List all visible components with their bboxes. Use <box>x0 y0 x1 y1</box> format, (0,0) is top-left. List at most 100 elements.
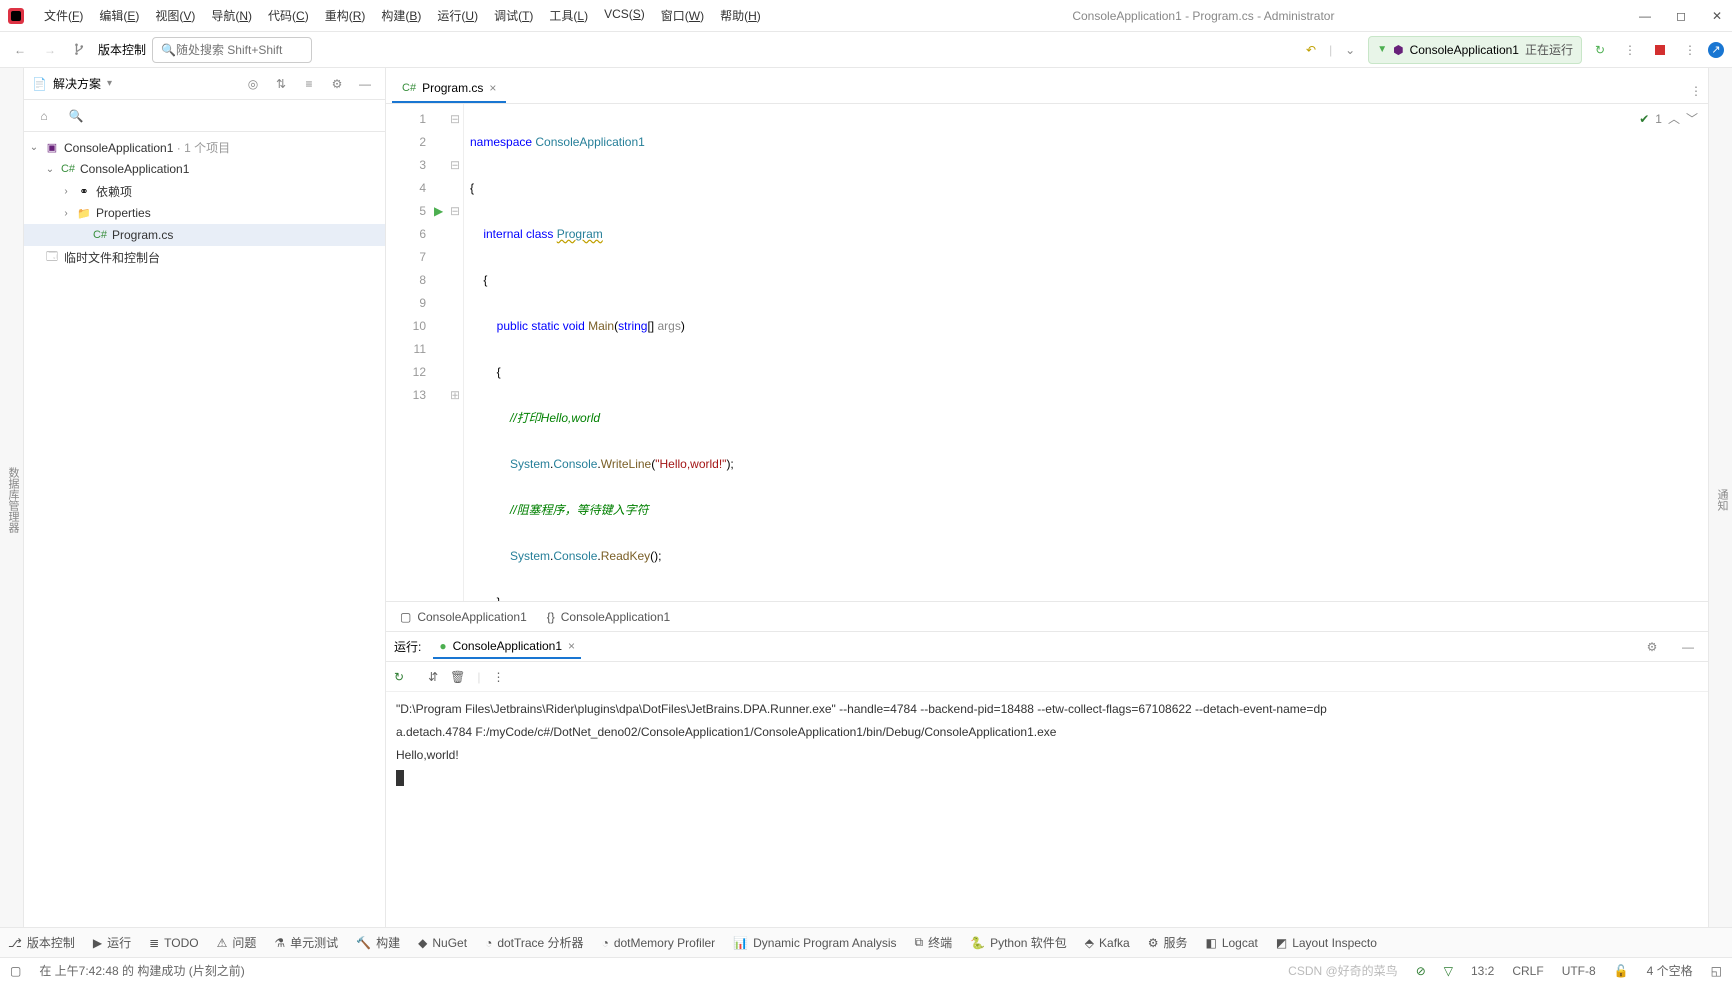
rerun-button[interactable]: ↻ <box>1588 38 1612 62</box>
menu-w[interactable]: 窗口(W) <box>653 3 712 28</box>
more-options-icon[interactable]: ⋮ <box>1678 38 1702 62</box>
close-button[interactable]: ✕ <box>1710 9 1724 23</box>
menu-v[interactable]: 视图(V) <box>147 3 203 28</box>
search-input[interactable] <box>176 43 303 57</box>
bottom-tool-6[interactable]: ◆NuGet <box>418 936 467 950</box>
editor-tabs-more-icon[interactable]: ⋮ <box>1684 79 1708 103</box>
next-problem-icon[interactable]: ﹀ <box>1686 110 1698 127</box>
root-label: ConsoleApplication1 <box>64 141 173 155</box>
left-tool-db[interactable]: 数据库管理器 <box>3 463 23 537</box>
bottom-tool-3[interactable]: ⚠问题 <box>217 934 257 951</box>
bottom-tool-2[interactable]: ≣TODO <box>149 936 199 950</box>
status-icon[interactable]: ▢ <box>10 964 21 978</box>
menu-h[interactable]: 帮助(H) <box>712 3 769 28</box>
menu-e[interactable]: 编辑(E) <box>91 3 147 28</box>
nav-back-button[interactable]: ← <box>8 38 32 62</box>
editor-tab-program[interactable]: C# Program.cs × <box>392 75 506 103</box>
analysis-ok-icon[interactable]: ⊘ <box>1416 964 1426 978</box>
hide-panel-icon[interactable]: ― <box>353 72 377 96</box>
menu-f[interactable]: 文件(F) <box>36 3 91 28</box>
more-run-icon[interactable]: ⋮ <box>1618 38 1642 62</box>
bottom-tool-9[interactable]: 📊Dynamic Program Analysis <box>733 936 896 950</box>
run-panel-title: 运行: <box>394 638 421 655</box>
indent[interactable]: 4 个空格 <box>1647 962 1693 979</box>
console-line: a.detach.4784 F:/myCode/c#/DotNet_deno02… <box>396 725 1056 739</box>
more-icon[interactable]: ⋮ <box>492 670 504 684</box>
run-panel-tab[interactable]: ● ConsoleApplication1 × <box>433 635 581 659</box>
solution-dropdown-icon[interactable]: ▾ <box>107 78 112 89</box>
chevron-right-icon[interactable]: › <box>60 186 72 197</box>
bottom-tool-13[interactable]: ⚙服务 <box>1148 934 1188 951</box>
chevron-down-icon[interactable]: ⌄ <box>44 164 56 175</box>
bottom-tool-4[interactable]: ⚗单元测试 <box>274 934 338 951</box>
prev-problem-icon[interactable]: ︿ <box>1668 110 1680 127</box>
run-gutter-icon[interactable]: ▶ <box>434 204 443 218</box>
tree-dependencies[interactable]: › ⚭ 依赖项 <box>24 180 385 202</box>
home-icon[interactable]: ⌂ <box>32 104 56 128</box>
menu-c[interactable]: 代码(C) <box>260 3 317 28</box>
line-sep[interactable]: CRLF <box>1512 964 1543 978</box>
chevron-right-icon[interactable]: › <box>60 208 72 219</box>
bottom-tool-10[interactable]: ⧉终端 <box>915 934 953 951</box>
tree-scratches[interactable]: 🗔 临时文件和控制台 <box>24 246 385 268</box>
vcs-branch-icon[interactable] <box>68 38 92 62</box>
breadcrumb-class[interactable]: {}ConsoleApplication1 <box>547 610 670 624</box>
code-editor[interactable]: namespace ConsoleApplication1 { internal… <box>464 104 1708 601</box>
bottom-tool-11[interactable]: 🐍Python 软件包 <box>970 934 1067 951</box>
close-tab-button[interactable]: × <box>489 81 496 95</box>
menu-s[interactable]: VCS(S) <box>596 3 653 28</box>
dropdown-chevron-icon[interactable]: ⌄ <box>1338 38 1362 62</box>
power-save-icon[interactable]: ▽ <box>1444 964 1453 978</box>
encoding[interactable]: UTF-8 <box>1562 964 1596 978</box>
readonly-icon[interactable]: 🔓 <box>1614 964 1629 978</box>
bottom-tool-15[interactable]: ◩Layout Inspecto <box>1276 936 1377 950</box>
bottom-tool-12[interactable]: ⬘Kafka <box>1085 936 1130 950</box>
trash-icon[interactable]: 🗑 <box>450 670 465 684</box>
maximize-button[interactable]: ◻ <box>1674 9 1688 23</box>
menu-t[interactable]: 调试(T) <box>486 3 541 28</box>
bottom-tool-1[interactable]: ▶运行 <box>93 934 131 951</box>
layout-icon[interactable]: ⇵ <box>428 670 438 684</box>
close-tab-button[interactable]: × <box>568 639 575 653</box>
search-everywhere[interactable]: 🔍 <box>152 37 312 63</box>
bottom-tool-7[interactable]: ◔dotTrace 分析器 <box>485 934 584 951</box>
nav-forward-button[interactable]: → <box>38 38 62 62</box>
tree-solution-root[interactable]: ⌄ ▣ ConsoleApplication1 · 1 个项目 <box>24 136 385 158</box>
gear-icon[interactable]: ⚙ <box>325 72 349 96</box>
bottom-tool-14[interactable]: ◧Logcat <box>1205 936 1257 950</box>
inspection-widget[interactable]: ✔ 1 ︿ ﹀ <box>1639 110 1698 127</box>
search-icon[interactable]: 🔍 <box>64 104 88 128</box>
tree-file-program[interactable]: C# Program.cs <box>24 224 385 246</box>
bottom-tool-8[interactable]: ◔dotMemory Profiler <box>602 936 716 950</box>
breadcrumb-namespace[interactable]: ▢ConsoleApplication1 <box>400 610 527 624</box>
chevron-down-icon[interactable]: ⌄ <box>28 142 40 153</box>
tool-icon: ⎇ <box>8 936 22 950</box>
menu-n[interactable]: 导航(N) <box>203 3 260 28</box>
menu-b[interactable]: 构建(B) <box>373 3 429 28</box>
menu-l[interactable]: 工具(L) <box>541 3 596 28</box>
line-col[interactable]: 13:2 <box>1471 964 1494 978</box>
right-tool-notifications[interactable]: 通知 <box>1712 485 1732 515</box>
undo-arrow-icon[interactable]: ↶ <box>1299 38 1323 62</box>
tree-properties[interactable]: › 📁 Properties <box>24 202 385 224</box>
target-icon[interactable]: ◎ <box>241 72 265 96</box>
update-available-icon[interactable]: ↗ <box>1708 42 1724 58</box>
gear-icon[interactable]: ⚙ <box>1640 635 1664 659</box>
console-output[interactable]: "D:\Program Files\Jetbrains\Rider\plugin… <box>386 692 1708 927</box>
solution-title[interactable]: 解决方案 <box>53 75 101 92</box>
tree-project[interactable]: ⌄ C# ConsoleApplication1 <box>24 158 385 180</box>
menu-r[interactable]: 重构(R) <box>317 3 374 28</box>
collapse-icon[interactable]: ≡ <box>297 72 321 96</box>
sort-icon[interactable]: ⇅ <box>269 72 293 96</box>
rerun-button[interactable]: ↻ <box>394 670 404 684</box>
run-configuration[interactable]: ▼ ⬢ ConsoleApplication1 正在运行 <box>1368 36 1582 64</box>
hide-panel-icon[interactable]: ― <box>1676 635 1700 659</box>
bottom-tool-5[interactable]: 🔨构建 <box>356 934 400 951</box>
minimize-button[interactable]: ― <box>1638 9 1652 23</box>
editor-body[interactable]: ✔ 1 ︿ ﹀ 12345678910111213 ▶ ⊟ ⊟ ⊟ ⊞ name… <box>386 104 1708 601</box>
menu-u[interactable]: 运行(U) <box>429 3 486 28</box>
stop-button[interactable] <box>1648 38 1672 62</box>
bottom-tool-0[interactable]: ⎇版本控制 <box>8 934 75 951</box>
vcs-label[interactable]: 版本控制 <box>98 41 146 58</box>
mem-icon[interactable]: ◱ <box>1711 964 1722 978</box>
